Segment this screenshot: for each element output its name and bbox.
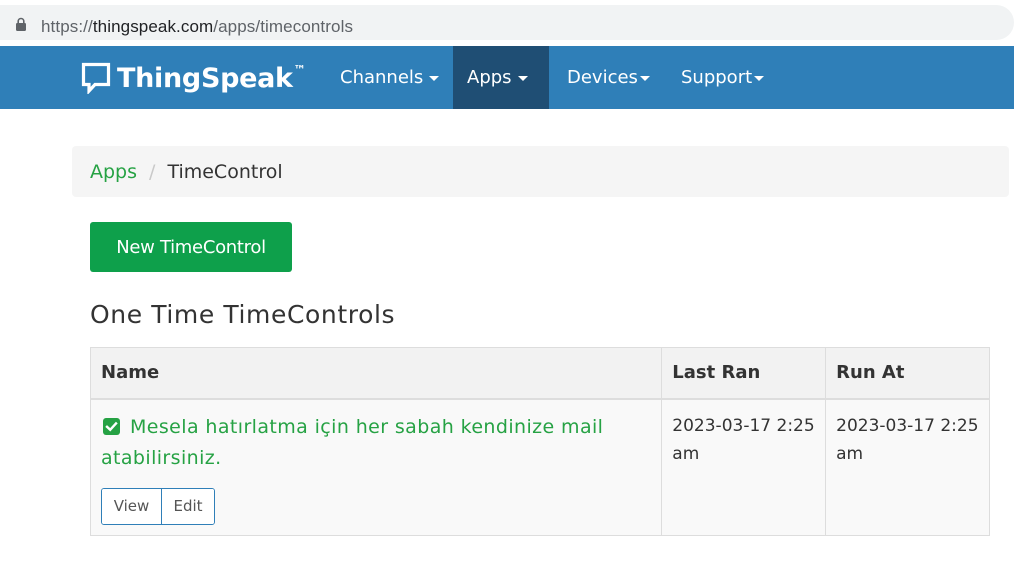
nav-channels[interactable]: Channels [326,46,448,109]
nav-channels-label: Channels [340,67,424,88]
column-header-last-ran: Last Ran [661,347,827,400]
timecontrols-table: Name Last Ran Run At Mesela hatırlatma i… [89,347,990,536]
timecontrol-name-cell: Mesela hatırlatma için her sabah kendini… [89,398,663,536]
nav-support-label: Support [681,67,753,88]
top-navbar: ThingSpeak ™ Channels Apps Devices Suppo… [0,46,1014,109]
nav-apps[interactable]: Apps [453,46,549,109]
url-text[interactable]: https://thingspeak.com/apps/timecontrols [41,17,353,37]
column-header-name: Name [89,347,663,400]
brand-trademark: ™ [293,63,306,77]
speech-bubble-icon [81,62,111,94]
section-title: One Time TimeControls [90,300,396,329]
breadcrumb-apps-link[interactable]: Apps [90,161,137,183]
nav-devices[interactable]: Devices [553,46,659,109]
timecontrol-name-link[interactable]: Mesela hatırlatma için her sabah kendini… [101,412,651,474]
brand-name: ThingSpeak [117,62,293,94]
caret-down-icon [754,76,765,81]
row-action-buttons: View Edit [101,487,215,525]
column-header-run-at: Run At [825,347,990,400]
table-header-row: Name Last Ran Run At [89,347,990,400]
caret-down-icon [429,76,440,81]
nav-support[interactable]: Support [667,46,777,109]
timecontrol-name-text: Mesela hatırlatma için her sabah kendini… [101,415,604,469]
caret-down-icon [639,76,650,81]
run-at-cell: 2023-03-17 2:25 am [825,398,990,536]
nav-apps-label: Apps [467,67,512,88]
view-button[interactable]: View [102,488,162,524]
nav-devices-label: Devices [567,67,638,88]
browser-address-bar: https://thingspeak.com/apps/timecontrols [0,0,1014,46]
check-square-icon [103,417,120,435]
breadcrumb-separator: / [149,160,156,183]
breadcrumb: Apps / TimeControl [72,146,1009,197]
lock-icon [16,17,26,31]
edit-button[interactable]: Edit [162,488,214,524]
brand-logo[interactable]: ThingSpeak ™ [81,61,306,95]
breadcrumb-current: TimeControl [167,160,283,183]
new-timecontrol-button[interactable]: New TimeControl [90,222,292,272]
caret-down-icon [517,76,528,81]
last-ran-cell: 2023-03-17 2:25 am [661,398,827,536]
url-bar[interactable]: https://thingspeak.com/apps/timecontrols [0,5,1014,40]
table-row: Mesela hatırlatma için her sabah kendini… [89,398,990,536]
